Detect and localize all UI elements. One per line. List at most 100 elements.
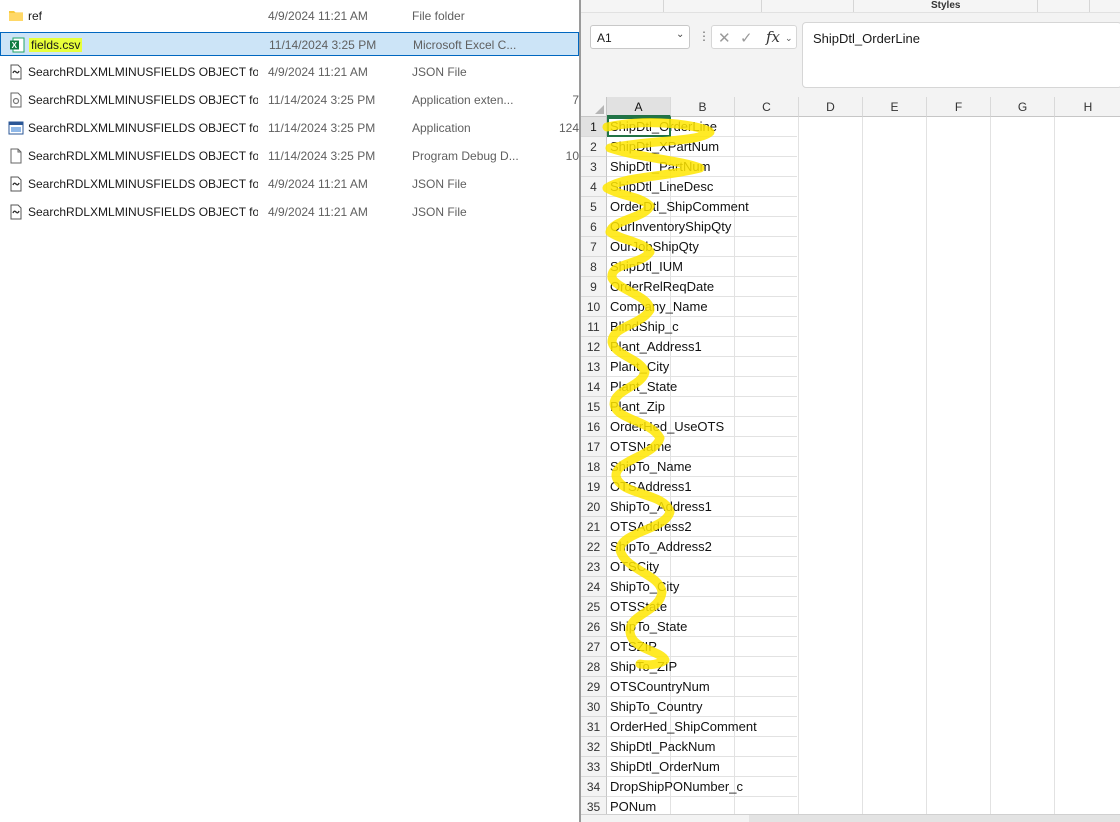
name-box[interactable]: A1 (590, 25, 690, 49)
cell[interactable]: OrderDtl_ShipComment (607, 197, 797, 217)
column-header-a[interactable]: A (607, 97, 671, 117)
row-header[interactable]: 21 (581, 517, 607, 537)
row-header[interactable]: 3 (581, 157, 607, 177)
row-header[interactable]: 34 (581, 777, 607, 797)
horizontal-scrollbar[interactable] (749, 815, 1120, 822)
row-header[interactable]: 12 (581, 337, 607, 357)
chevron-down-icon[interactable]: ⌄ (676, 29, 684, 40)
cell[interactable]: OTSCity (607, 557, 797, 577)
row-header[interactable]: 7 (581, 237, 607, 257)
row-header[interactable]: 29 (581, 677, 607, 697)
column-header-e[interactable]: E (863, 97, 927, 117)
formula-input[interactable]: ShipDtl_OrderLine (802, 22, 1120, 88)
row-header[interactable]: 9 (581, 277, 607, 297)
cell[interactable]: OTSCountryNum (607, 677, 797, 697)
file-row[interactable]: SearchRDLXMLMINUSFIELDS OBJECT for ... 4/… (0, 60, 579, 84)
file-row[interactable]: SearchRDLXMLMINUSFIELDS OBJECT for ... 4/… (0, 200, 579, 224)
file-row[interactable]: SearchRDLXMLMINUSFIELDS OBJECT for ... 11… (0, 116, 579, 140)
row-header[interactable]: 26 (581, 617, 607, 637)
cell[interactable]: ShipTo_ZIP (607, 657, 797, 677)
row-header[interactable]: 14 (581, 377, 607, 397)
insert-function-icon[interactable]: fx (766, 28, 780, 46)
ribbon-separator (853, 0, 854, 12)
cell[interactable]: OTSState (607, 597, 797, 617)
cell[interactable]: ShipTo_Name (607, 457, 797, 477)
table-row: 18 ShipTo_Name (581, 457, 1120, 477)
file-row[interactable]: SearchRDLXMLMINUSFIELDS OBJECT for ... 11… (0, 144, 579, 168)
file-row[interactable]: SearchRDLXMLMINUSFIELDS OBJECT for ... 4/… (0, 172, 579, 196)
row-header[interactable]: 15 (581, 397, 607, 417)
cell[interactable]: OTSAddress2 (607, 517, 797, 537)
chevron-down-icon[interactable]: ⌄ (785, 33, 793, 44)
column-header-b[interactable]: B (671, 97, 735, 117)
row-header[interactable]: 28 (581, 657, 607, 677)
file-row[interactable]: ref 4/9/2024 11:21 AM File folder (0, 4, 579, 28)
row-header[interactable]: 1 (581, 117, 607, 137)
cell[interactable]: OrderHed_ShipComment (607, 717, 797, 737)
cell[interactable]: ShipDtl_PartNum (607, 157, 797, 177)
cell[interactable]: Company_Name (607, 297, 797, 317)
row-header[interactable]: 27 (581, 637, 607, 657)
cell[interactable]: ShipTo_Address2 (607, 537, 797, 557)
column-header-c[interactable]: C (735, 97, 799, 117)
cell[interactable]: OTSZIP (607, 637, 797, 657)
file-name: SearchRDLXMLMINUSFIELDS OBJECT for ... (28, 177, 258, 191)
cell[interactable]: ShipTo_Country (607, 697, 797, 717)
enter-check-icon[interactable]: ✓ (740, 29, 753, 47)
more-options-icon[interactable]: ⋮ (698, 29, 710, 43)
row-header[interactable]: 10 (581, 297, 607, 317)
table-row: 5 OrderDtl_ShipComment (581, 197, 1120, 217)
cell[interactable]: OrderHed_UseOTS (607, 417, 797, 437)
cell[interactable]: Plant_City (607, 357, 797, 377)
cell[interactable]: ShipDtl_XPartNum (607, 137, 797, 157)
row-header[interactable]: 31 (581, 717, 607, 737)
worksheet-grid[interactable]: A B C D E F G H 1 ShipDtl_OrderLine 2 ShipDtl_XPart… (581, 97, 1120, 817)
row-header[interactable]: 25 (581, 597, 607, 617)
cell[interactable]: Plant_Zip (607, 397, 797, 417)
row-header[interactable]: 5 (581, 197, 607, 217)
row-header[interactable]: 16 (581, 417, 607, 437)
formula-bar: A1 ⌄ ⋮ ✕ ✓ fx ⌄ ShipDtl_OrderLine (581, 18, 1120, 92)
select-all-corner[interactable] (581, 97, 607, 117)
row-header[interactable]: 23 (581, 557, 607, 577)
file-row[interactable]: Xfields.csv 11/14/2024 3:25 PM Microsoft E… (0, 32, 579, 56)
column-header-f[interactable]: F (927, 97, 991, 117)
row-header[interactable]: 11 (581, 317, 607, 337)
cell[interactable]: ShipTo_Address1 (607, 497, 797, 517)
cell[interactable]: OrderRelReqDate (607, 277, 797, 297)
column-header-h[interactable]: H (1055, 97, 1120, 117)
row-header[interactable]: 18 (581, 457, 607, 477)
cell[interactable]: OTSAddress1 (607, 477, 797, 497)
cell[interactable]: ShipDtl_PackNum (607, 737, 797, 757)
cell[interactable]: OurJobShipQty (607, 237, 797, 257)
row-header[interactable]: 13 (581, 357, 607, 377)
cell[interactable]: OurInventoryShipQty (607, 217, 797, 237)
row-header[interactable]: 32 (581, 737, 607, 757)
row-header[interactable]: 22 (581, 537, 607, 557)
cell[interactable]: ShipDtl_IUM (607, 257, 797, 277)
cancel-icon[interactable]: ✕ (718, 29, 731, 47)
cell[interactable]: ShipDtl_LineDesc (607, 177, 797, 197)
row-header[interactable]: 17 (581, 437, 607, 457)
row-header[interactable]: 33 (581, 757, 607, 777)
cell[interactable]: ShipTo_City (607, 577, 797, 597)
row-header[interactable]: 2 (581, 137, 607, 157)
cell[interactable]: Plant_Address1 (607, 337, 797, 357)
row-header[interactable]: 30 (581, 697, 607, 717)
column-header-g[interactable]: G (991, 97, 1055, 117)
row-header[interactable]: 4 (581, 177, 607, 197)
cell[interactable]: OTSName (607, 437, 797, 457)
row-header[interactable]: 24 (581, 577, 607, 597)
row-header[interactable]: 8 (581, 257, 607, 277)
cell[interactable]: Plant_State (607, 377, 797, 397)
row-header[interactable]: 19 (581, 477, 607, 497)
cell[interactable]: ShipTo_State (607, 617, 797, 637)
cell[interactable]: ShipDtl_OrderLine (607, 117, 797, 137)
column-header-d[interactable]: D (799, 97, 863, 117)
cell[interactable]: ShipDtl_OrderNum (607, 757, 797, 777)
row-header[interactable]: 20 (581, 497, 607, 517)
cell[interactable]: DropShipPONumber_c (607, 777, 797, 797)
cell[interactable]: BlindShip_c (607, 317, 797, 337)
row-header[interactable]: 6 (581, 217, 607, 237)
file-row[interactable]: SearchRDLXMLMINUSFIELDS OBJECT for ... 11… (0, 88, 579, 112)
